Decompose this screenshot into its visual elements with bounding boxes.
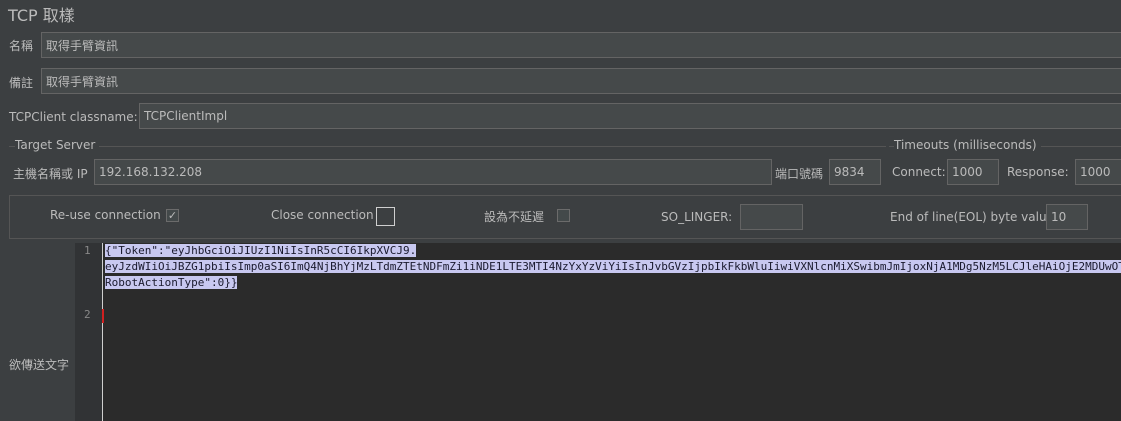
host-label: 主機名稱或 IP (13, 167, 88, 181)
sampler-title: TCP 取樣 (8, 6, 75, 25)
code-line-1-wrap-2: RobotActionType":0}} (105, 276, 238, 289)
eol-byte-field[interactable]: 10 (1046, 204, 1088, 230)
close-connection-label: Close connection (271, 208, 374, 222)
reuse-connection-label: Re-use connection (50, 208, 161, 222)
line-number: 1 (84, 244, 91, 257)
port-label: 端口號碼 (775, 167, 824, 181)
name-field[interactable]: 取得手臂資訊 (41, 32, 1121, 58)
checkmark-icon: ✓ (167, 209, 178, 222)
text-to-send-editor[interactable]: {"Token":"eyJhbGciOiJIUzI1NiIsInR5cCI6Ik… (102, 243, 1121, 421)
no-delay-checkbox[interactable] (557, 209, 570, 222)
classname-label: TCPClient classname: (9, 110, 138, 124)
line-number-gutter (75, 243, 102, 421)
code-line-1: {"Token":"eyJhbGciOiJIUzI1NiIsInR5cCI6Ik… (105, 244, 417, 257)
name-label: 名稱 (9, 39, 34, 53)
target-server-separator (9, 146, 886, 147)
comment-field[interactable]: 取得手臂資訊 (41, 68, 1121, 94)
code-line-1-wrap-1: eyJzdWIiOiJBZG1pbiIsImp0aSI6ImQ4NjBhYjMz… (105, 260, 1121, 273)
text-caret (102, 309, 104, 323)
response-timeout-label: Response: (1007, 165, 1069, 179)
so-linger-label: SO_LINGER: (661, 210, 733, 224)
close-connection-checkbox[interactable] (376, 207, 395, 226)
target-server-title: Target Server (15, 138, 100, 152)
comment-label: 備註 (9, 76, 34, 90)
line-number: 2 (84, 308, 91, 321)
reuse-connection-checkbox[interactable]: ✓ (166, 209, 179, 222)
text-to-send-section: {"Token":"eyJhbGciOiJIUzI1NiIsInR5cCI6Ik… (9, 243, 1121, 421)
response-timeout-field[interactable]: 1000 (1075, 159, 1121, 185)
request-text: {"Token":"eyJhbGciOiJIUzI1NiIsInR5cCI6Ik… (103, 243, 1121, 291)
eol-byte-label: End of line(EOL) byte value: (890, 210, 1058, 224)
no-delay-label: 設為不延遲 (484, 210, 545, 224)
timeouts-title: Timeouts (milliseconds) (894, 138, 1041, 152)
host-field[interactable]: 192.168.132.208 (94, 159, 772, 185)
connect-timeout-field[interactable]: 1000 (947, 159, 999, 185)
classname-field[interactable]: TCPClientImpl (139, 103, 1121, 129)
connect-timeout-label: Connect: (892, 165, 946, 179)
text-to-send-label: 欲傳送文字 (9, 358, 70, 372)
port-field[interactable]: 9834 (829, 159, 881, 185)
so-linger-field[interactable] (740, 204, 803, 230)
